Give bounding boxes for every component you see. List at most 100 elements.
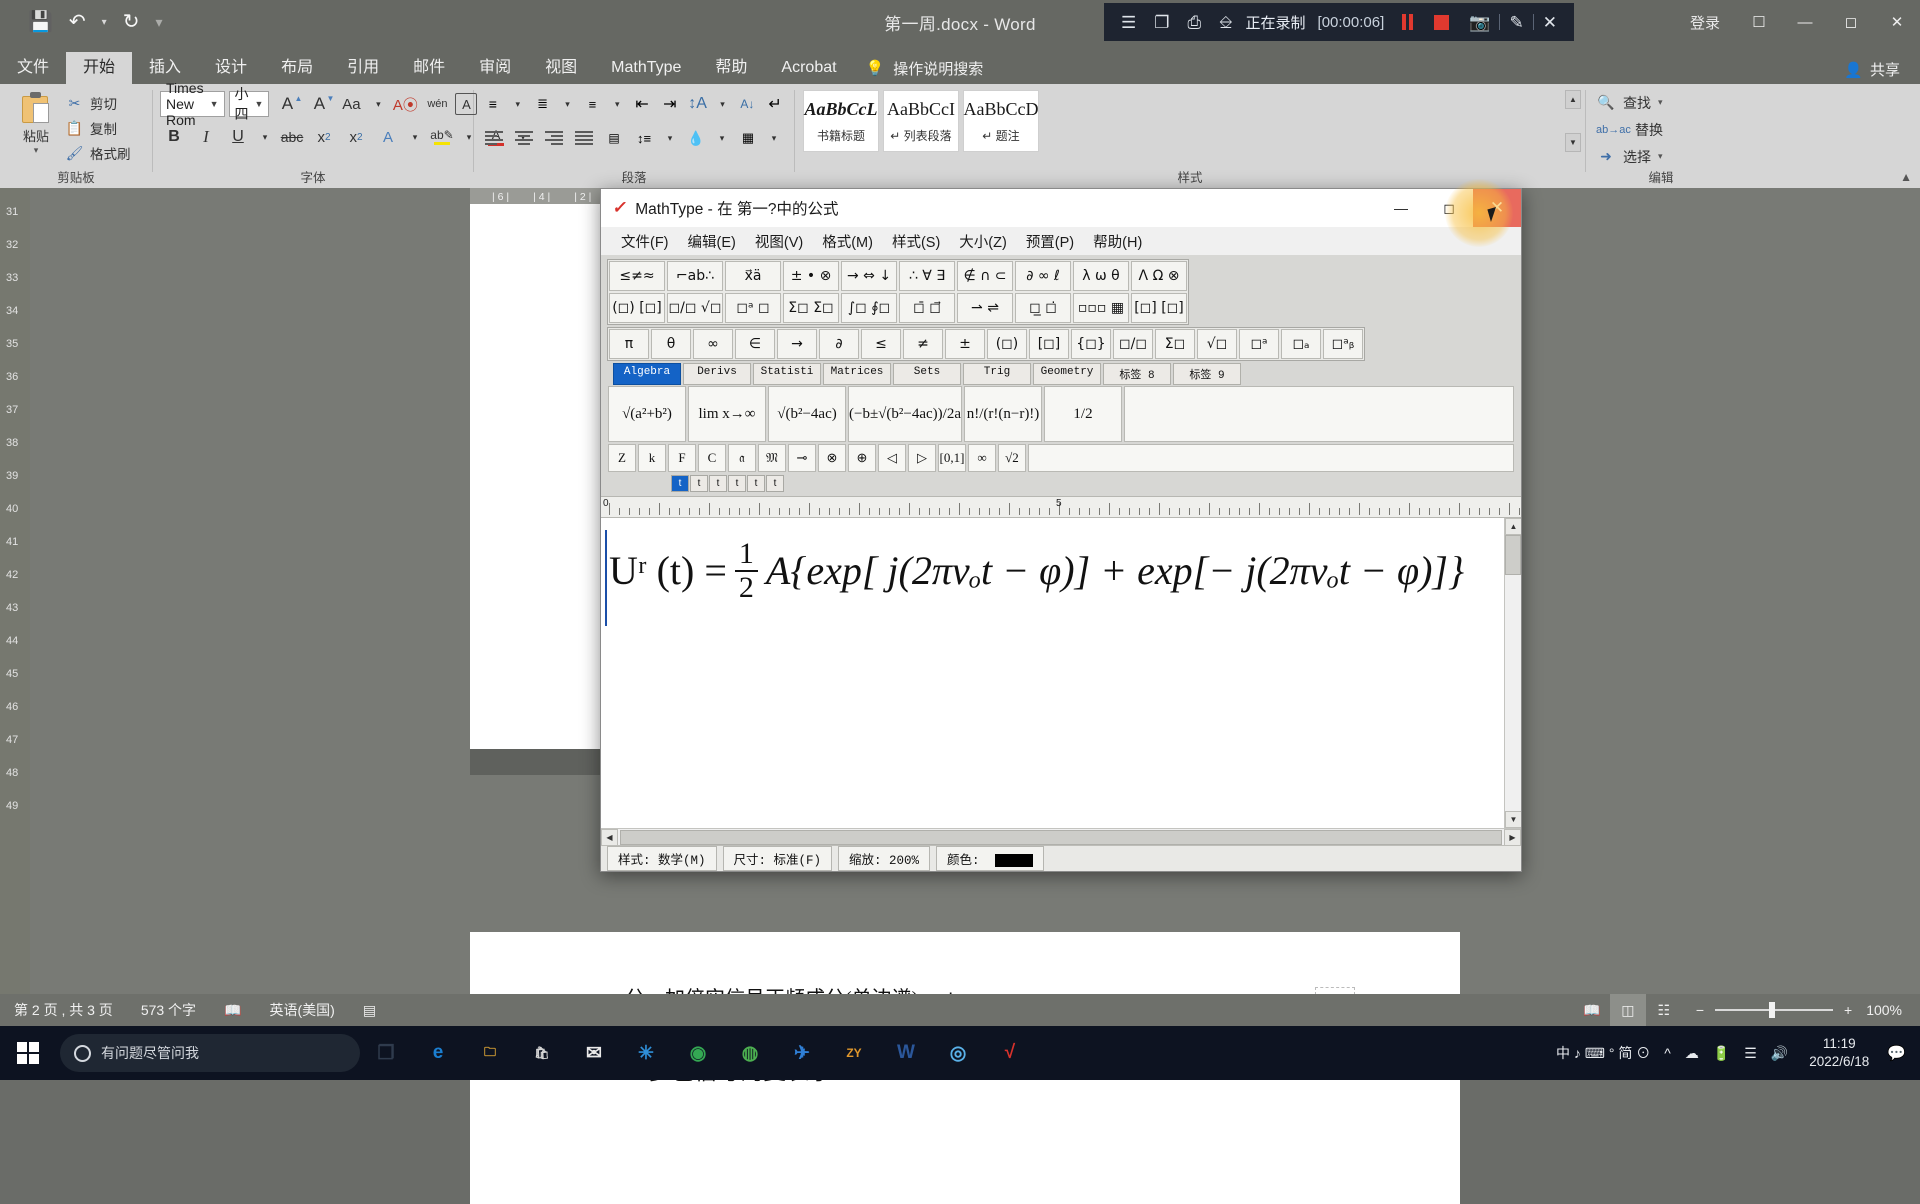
chevron-down-icon[interactable]: ▾ <box>406 124 424 151</box>
pushpin-app-icon[interactable]: ✈ <box>776 1026 828 1080</box>
tab-help[interactable]: 帮助 <box>698 52 764 84</box>
shading-button[interactable]: 💧 <box>683 126 709 151</box>
bold-button[interactable]: B <box>160 124 188 151</box>
mathtype-equation-canvas[interactable]: Uʳ (t) = 1 2 A{exp[ j(2πvₒt − φ)] + exp[… <box>601 518 1521 828</box>
zoom-out-button[interactable]: − <box>1696 1002 1704 1018</box>
wechat-icon[interactable]: ◍ <box>724 1026 776 1080</box>
restore-down-icon[interactable]: ☐ <box>1736 0 1782 44</box>
font-size-input[interactable]: 小四 ▼ <box>228 86 270 122</box>
stop-icon[interactable] <box>1434 14 1450 30</box>
mathtype-tab-derivs[interactable]: Derivs <box>683 363 751 385</box>
palette-cell[interactable]: [◻] <box>1029 329 1069 359</box>
mathtype-vertical-scrollbar[interactable]: ▲ ▼ <box>1504 518 1521 828</box>
chevron-down-icon[interactable]: ▾ <box>34 145 39 156</box>
slot-button[interactable]: t <box>690 475 708 492</box>
region-icon[interactable]: ❐ <box>1145 14 1178 31</box>
small-template-cell[interactable]: √2 <box>998 444 1026 472</box>
palette-cell[interactable]: ◻ᵃ <box>1239 329 1279 359</box>
palette-cell[interactable]: ◻ᵃᵦ <box>1323 329 1363 359</box>
strikethrough-button[interactable]: abc <box>278 124 306 151</box>
browser-app-icon[interactable]: ◎ <box>932 1026 984 1080</box>
window-capture-icon[interactable]: ⎒ <box>1210 14 1241 31</box>
palette-cell[interactable]: → <box>777 329 817 359</box>
chevron-down-icon[interactable]: ▾ <box>509 91 527 118</box>
close-icon[interactable]: ✕ <box>1534 14 1566 31</box>
tab-references[interactable]: 引用 <box>330 52 396 84</box>
palette-cell[interactable]: ⌐ab∴ <box>667 261 723 291</box>
template-cell[interactable]: (−b±√(b²−4ac))/2a <box>848 386 963 442</box>
palette-cell[interactable]: ◻̲ ◻̇ <box>1015 293 1071 323</box>
status-size[interactable]: 尺寸: 标准(F) <box>722 846 833 871</box>
chevron-down-icon[interactable]: ▾ <box>765 125 783 152</box>
palette-cell[interactable]: √◻ <box>1197 329 1237 359</box>
palette-cell[interactable]: ∫◻ ∮◻ <box>841 293 897 323</box>
color-swatch[interactable] <box>995 854 1034 868</box>
menu-help[interactable]: 帮助(H) <box>1085 229 1150 254</box>
menu-preferences[interactable]: 预置(P) <box>1018 229 1082 254</box>
slot-button[interactable]: t <box>747 475 765 492</box>
zy-app-icon[interactable]: ZY <box>828 1026 880 1080</box>
tab-mathtype[interactable]: MathType <box>594 52 698 84</box>
align-right-button[interactable] <box>541 126 567 151</box>
status-style[interactable]: 样式: 数学(M) <box>607 846 717 871</box>
mathtype-tab-标签 9[interactable]: 标签 9 <box>1173 363 1241 385</box>
chevron-down-icon[interactable]: ▾ <box>559 91 577 118</box>
zoom-track[interactable] <box>1715 1002 1833 1018</box>
menu-edit[interactable]: 编辑(E) <box>680 229 744 254</box>
share-button[interactable]: 👤 共享 <box>1844 59 1900 80</box>
status-zoom[interactable]: 缩放: 200% <box>838 846 931 871</box>
mathtype-tab-geometry[interactable]: Geometry <box>1033 363 1101 385</box>
palette-cell[interactable]: ± • ⊗ <box>783 261 839 291</box>
palette-cell[interactable]: {◻} <box>1071 329 1111 359</box>
mathtype-icon[interactable]: √ <box>984 1026 1036 1080</box>
align-center-button[interactable] <box>511 126 537 151</box>
network-icon[interactable]: ☰ <box>1737 1045 1764 1062</box>
menu-format[interactable]: 格式(M) <box>814 229 881 254</box>
justify-button[interactable] <box>571 126 597 151</box>
file-explorer-icon[interactable]: 🗀 <box>464 1026 516 1080</box>
chrome-icon[interactable]: ◉ <box>672 1026 724 1080</box>
format-painter-button[interactable]: 🖌 格式刷 <box>65 142 131 164</box>
close-icon[interactable]: ✕ <box>1874 0 1920 44</box>
small-template-cell[interactable]: 𝔞 <box>728 444 756 472</box>
chevron-down-icon[interactable]: ▾ <box>256 124 274 151</box>
phonetic-guide-button[interactable]: wén <box>423 91 451 118</box>
zoom-in-button[interactable]: + <box>1844 1002 1852 1018</box>
align-left-button[interactable] <box>481 126 507 151</box>
palette-cell[interactable]: λ ω θ <box>1073 261 1129 291</box>
scroll-up-icon[interactable]: ▲ <box>1505 518 1521 535</box>
menu-icon[interactable]: ☰ <box>1112 14 1145 31</box>
chevron-up-icon[interactable]: ^ <box>1657 1045 1678 1061</box>
decrease-indent-button[interactable]: ⇤ <box>630 92 654 117</box>
mathtype-title-bar[interactable]: ✓ MathType - 在 第一?中的公式 — ◻ ✕ <box>601 179 1521 247</box>
replace-button[interactable]: ab→ac 替换 <box>1596 117 1730 142</box>
clear-formatting-button[interactable]: A⦿ <box>391 91 419 118</box>
palette-cell[interactable]: ∴ ∀ ∃ <box>899 261 955 291</box>
tab-home[interactable]: 开始 <box>66 52 133 84</box>
gallery-scroll-up-icon[interactable]: ▲ <box>1565 90 1581 109</box>
vscroll-thumb[interactable] <box>1505 535 1521 575</box>
chevron-down-icon[interactable]: ▾ <box>1658 97 1663 108</box>
palette-cell[interactable]: Σ◻ <box>1155 329 1195 359</box>
volume-icon[interactable]: 🔊 <box>1764 1045 1795 1062</box>
taskbar-clock[interactable]: 11:19 2022/6/18 <box>1795 1035 1883 1071</box>
print-layout-icon[interactable]: ◫ <box>1609 994 1646 1026</box>
small-template-cell[interactable]: ⊸ <box>788 444 816 472</box>
show-marks-button[interactable]: ↵ <box>763 92 787 117</box>
mathtype-tab-algebra[interactable]: Algebra <box>613 363 681 385</box>
zoom-thumb[interactable] <box>1769 1002 1775 1018</box>
task-view-icon[interactable]: ❐ <box>360 1026 412 1080</box>
template-cell[interactable]: √(a²+b²) <box>608 386 686 442</box>
palette-cell[interactable]: ◻/◻ √◻ <box>667 293 723 323</box>
palette-cell[interactable]: ± <box>945 329 985 359</box>
palette-cell[interactable]: (◻) [◻] <box>609 293 665 323</box>
ime-indicator[interactable]: 中 ♪ ⌨ ° 简 ⊙ <box>1549 1043 1657 1063</box>
palette-cell[interactable]: ◻/◻ <box>1113 329 1153 359</box>
scroll-right-icon[interactable]: ▶ <box>1504 828 1521 846</box>
menu-size[interactable]: 大小(Z) <box>951 229 1015 254</box>
numbering-button[interactable]: ≣ <box>531 92 555 117</box>
palette-cell[interactable]: ≤ <box>861 329 901 359</box>
borders-button[interactable]: ▦ <box>735 126 761 151</box>
spell-check-icon[interactable]: 📖 <box>210 1002 255 1019</box>
sort-button[interactable]: ↕A <box>686 92 710 117</box>
